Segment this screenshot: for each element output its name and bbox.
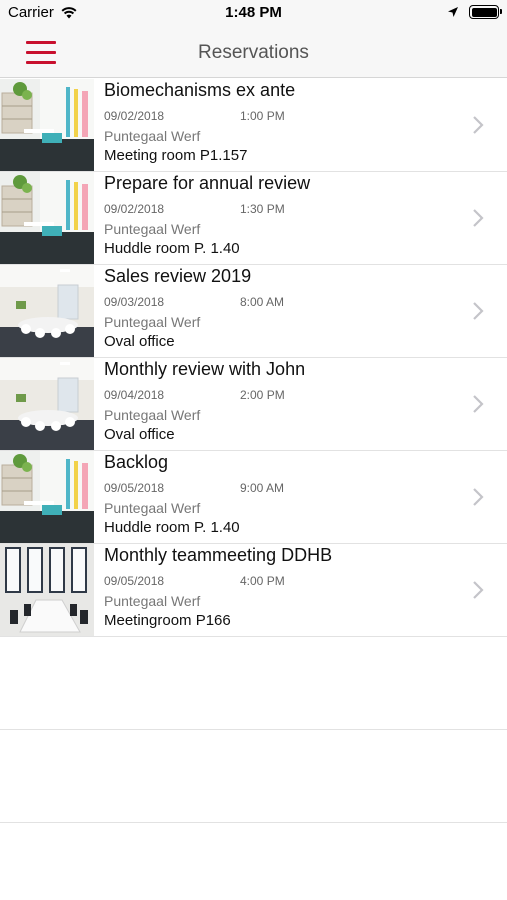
- reservation-title: Monthly review with John: [104, 359, 306, 379]
- reservation-location: Puntegaal Werf: [104, 407, 201, 423]
- room-thumbnail: [0, 79, 94, 171]
- reservation-row[interactable]: Monthly teammeeting DDHB 09/05/2018 4:00…: [0, 544, 507, 637]
- room-thumbnail: [0, 265, 94, 357]
- reservation-room: Oval office: [104, 426, 175, 443]
- reservation-row[interactable]: Sales review 2019 09/03/2018 8:00 AM Pun…: [0, 265, 507, 358]
- room-thumbnail: [0, 172, 94, 264]
- status-time: 1:48 PM: [225, 4, 282, 21]
- reservation-room: Huddle room P. 1.40: [104, 240, 240, 257]
- reservation-time: 1:00 PM: [240, 109, 285, 123]
- navigation-bar: Reservations: [0, 28, 507, 78]
- reservation-date: 09/02/2018: [104, 202, 165, 216]
- chevron-right-icon: [473, 302, 484, 320]
- reservation-location: Puntegaal Werf: [104, 221, 201, 237]
- chevron-right-icon: [473, 395, 484, 413]
- reservation-title: Monthly teammeeting DDHB: [104, 545, 333, 565]
- reservation-location: Puntegaal Werf: [104, 593, 201, 609]
- reservation-row[interactable]: Biomechanisms ex ante 09/02/2018 1:00 PM…: [0, 79, 507, 172]
- status-bar: Carrier 1:48 PM: [0, 0, 507, 28]
- reservation-room: Huddle room P. 1.40: [104, 519, 240, 536]
- reservation-date: 09/05/2018: [104, 481, 165, 495]
- reservation-location: Puntegaal Werf: [104, 314, 201, 330]
- empty-row: [0, 637, 507, 730]
- reservation-date: 09/02/2018: [104, 109, 165, 123]
- reservation-time: 4:00 PM: [240, 574, 285, 588]
- reservation-room: Meetingroom P166: [104, 612, 231, 629]
- room-thumbnail: [0, 544, 94, 636]
- battery-icon: [469, 5, 502, 19]
- reservation-location: Puntegaal Werf: [104, 500, 201, 516]
- reservation-row[interactable]: Backlog 09/05/2018 9:00 AM Puntegaal Wer…: [0, 451, 507, 544]
- reservation-time: 9:00 AM: [240, 481, 285, 495]
- page-title: Reservations: [198, 42, 309, 63]
- reservation-title: Backlog: [104, 452, 169, 472]
- location-arrow-icon: [448, 7, 458, 17]
- reservation-location: Puntegaal Werf: [104, 128, 201, 144]
- reservation-date: 09/04/2018: [104, 388, 165, 402]
- reservation-date: 09/03/2018: [104, 295, 165, 309]
- empty-row: [0, 730, 507, 823]
- chevron-right-icon: [473, 581, 484, 599]
- reservation-row[interactable]: Prepare for annual review 09/02/2018 1:3…: [0, 172, 507, 265]
- reservation-title: Biomechanisms ex ante: [104, 80, 296, 100]
- reservation-time: 8:00 AM: [240, 295, 285, 309]
- reservation-room: Oval office: [104, 333, 175, 350]
- room-thumbnail: [0, 451, 94, 543]
- reservation-time: 2:00 PM: [240, 388, 285, 402]
- status-right: [447, 5, 502, 19]
- reservation-title: Prepare for annual review: [104, 173, 311, 193]
- chevron-right-icon: [473, 209, 484, 227]
- chevron-right-icon: [473, 116, 484, 134]
- reservation-row[interactable]: Monthly review with John 09/04/2018 2:00…: [0, 358, 507, 451]
- reservation-title: Sales review 2019: [104, 266, 252, 286]
- reservation-time: 1:30 PM: [240, 202, 285, 216]
- reservation-room: Meeting room P1.157: [104, 147, 248, 164]
- chevron-right-icon: [473, 488, 484, 506]
- reservations-list: Biomechanisms ex ante 09/02/2018 1:00 PM…: [0, 79, 507, 823]
- reservation-date: 09/05/2018: [104, 574, 165, 588]
- room-thumbnail: [0, 358, 94, 450]
